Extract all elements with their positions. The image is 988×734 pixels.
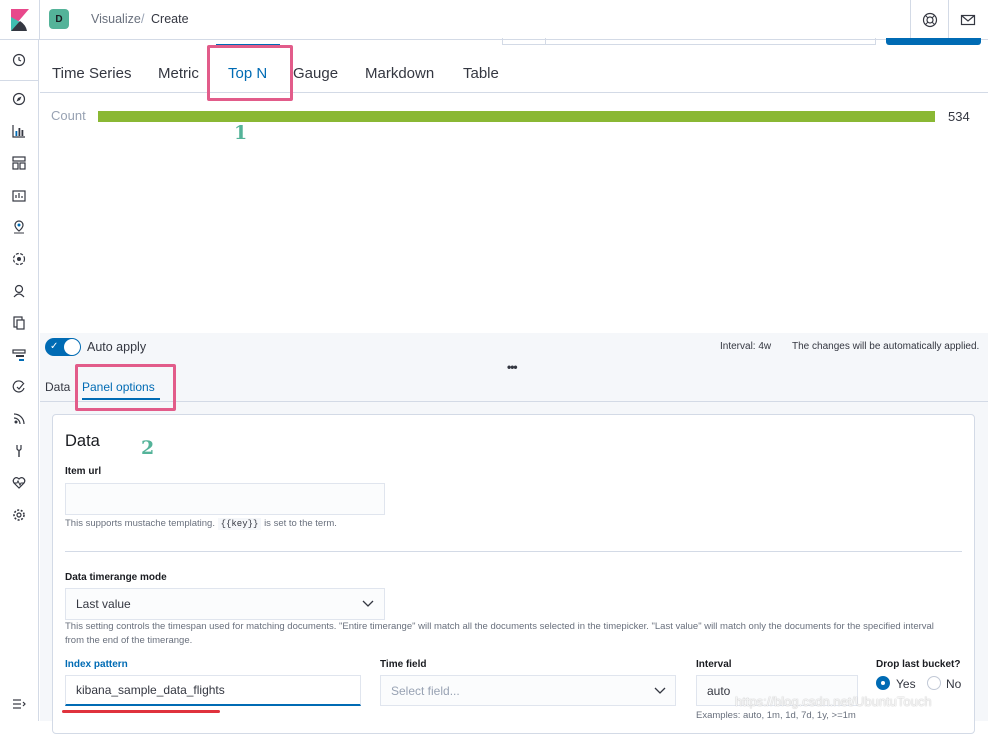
maps-pin-icon[interactable] [11, 219, 27, 235]
monitoring-heart-icon[interactable] [11, 475, 27, 491]
discover-compass-icon[interactable] [11, 91, 27, 107]
header-divider-right2 [948, 0, 949, 40]
timerange-mode-value: Last value [76, 597, 131, 611]
ml-icon[interactable] [11, 251, 27, 267]
section-divider [65, 551, 962, 552]
dev-tools-icon[interactable] [11, 443, 27, 459]
watermark-text: https://blog.csdn.net/UbuntuTouch [735, 694, 932, 709]
panel-config-tabs: Data Panel options [40, 372, 988, 402]
red-underline-mark [62, 710, 220, 713]
index-pattern-input[interactable]: kibana_sample_data_flights [65, 675, 361, 706]
drop-yes-label: Yes [896, 677, 916, 691]
timerange-mode-label: Data timerange mode [65, 572, 167, 583]
top-n-value: 534 [948, 109, 970, 124]
header-divider [39, 0, 40, 40]
header-divider-right [910, 0, 911, 40]
tab-gauge[interactable]: Gauge [293, 65, 338, 82]
top-n-bar [98, 111, 935, 122]
time-field-select[interactable]: Select field... [380, 675, 676, 706]
chevron-down-icon [654, 687, 666, 694]
highlight-box-top-n [207, 45, 293, 101]
time-field-placeholder: Select field... [391, 683, 460, 698]
infrastructure-icon[interactable] [11, 283, 27, 299]
top-n-label: Count [51, 108, 86, 123]
drop-last-bucket-label: Drop last bucket? [876, 659, 961, 670]
apm-icon[interactable] [11, 347, 27, 363]
highlight-box-panel-options [75, 364, 176, 411]
tab-data[interactable]: Data [45, 380, 70, 394]
date-picker[interactable] [546, 38, 876, 45]
tab-markdown[interactable]: Markdown [365, 65, 434, 82]
tab-table[interactable]: Table [463, 65, 499, 82]
interval-text: Interval: 4w [720, 341, 772, 352]
annotation-number-1: 1 [234, 122, 248, 144]
logs-icon[interactable] [11, 315, 27, 331]
uptime-icon[interactable] [11, 379, 27, 395]
canvas-icon[interactable] [11, 187, 27, 203]
drop-yes-radio[interactable] [876, 676, 890, 690]
drop-no-radio[interactable] [927, 676, 941, 690]
auto-apply-label: Auto apply [87, 340, 147, 354]
recent-clock-icon[interactable] [11, 52, 27, 68]
query-language-switch[interactable] [502, 38, 546, 45]
dashboard-icon[interactable] [11, 155, 27, 171]
timerange-mode-select[interactable]: Last value [65, 588, 385, 620]
kibana-logo-icon[interactable] [11, 9, 29, 31]
side-nav [0, 40, 39, 721]
mail-icon[interactable] [960, 12, 976, 28]
collapse-nav-icon[interactable] [11, 696, 27, 712]
auto-apply-toggle[interactable]: ✓ [45, 338, 81, 356]
siem-icon[interactable] [11, 411, 27, 427]
management-gear-icon[interactable] [11, 507, 27, 523]
changes-applied-text: The changes will be automatically applie… [792, 341, 980, 352]
breadcrumb-create: Create [151, 12, 189, 26]
check-icon: ✓ [50, 341, 59, 352]
drop-no-label: No [946, 677, 962, 691]
breadcrumb-visualize[interactable]: Visualize [91, 12, 141, 26]
timerange-help: This setting controls the timespan used … [65, 621, 934, 646]
item-url-help: This supports mustache templating. {{key… [65, 518, 337, 530]
item-url-label: Item url [65, 466, 102, 477]
top-header: D Visualize / Create [0, 0, 988, 40]
space-avatar[interactable]: D [49, 9, 69, 29]
visualize-chart-icon[interactable] [11, 123, 27, 139]
nav-divider [0, 80, 39, 81]
panel-title: Data [65, 432, 100, 450]
chevron-down-icon [362, 600, 374, 607]
refresh-button[interactable] [886, 38, 981, 45]
breadcrumb-separator: / [141, 12, 145, 26]
time-field-label: Time field [380, 659, 427, 670]
tab-time-series[interactable]: Time Series [52, 65, 131, 82]
visualization-type-tabs: Time Series Metric Top N Gauge Markdown … [40, 46, 988, 93]
help-icon[interactable] [922, 12, 938, 28]
index-pattern-label: Index pattern [65, 659, 128, 670]
item-url-input[interactable] [65, 483, 385, 515]
toggle-knob [64, 339, 80, 355]
interval-label: Interval [696, 659, 732, 670]
tab-metric[interactable]: Metric [158, 65, 199, 82]
annotation-number-2: 2 [141, 437, 155, 459]
